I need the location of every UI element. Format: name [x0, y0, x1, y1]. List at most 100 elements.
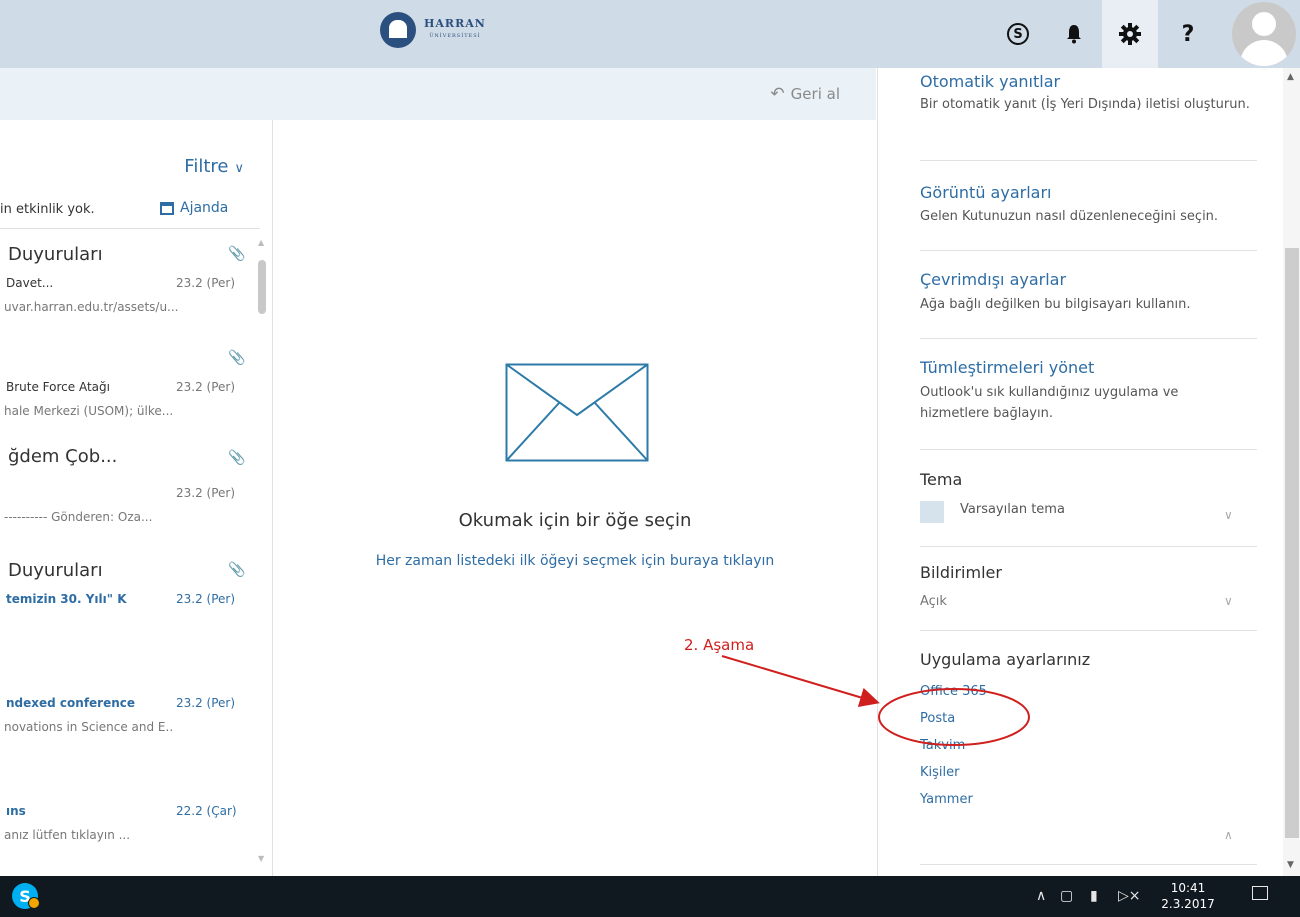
notifications-title: Bildirimler [920, 563, 1002, 582]
chevron-up-icon[interactable]: ∧ [1224, 828, 1233, 842]
annotation-label: 2. Aşama [684, 636, 755, 654]
no-events-text: in etkinlik yok. [0, 202, 95, 217]
item-subject: Brute Force Atağı [6, 380, 110, 394]
divider [0, 228, 260, 229]
theme-title: Tema [920, 470, 963, 489]
help-icon: ? [1181, 21, 1195, 47]
divider [920, 546, 1257, 547]
item-date: 23.2 (Per) [176, 380, 236, 394]
list-item[interactable]: ğdem Çob... 📎 23.2 (Per) ---------- Gönd… [0, 446, 250, 526]
avatar-body-icon [1240, 40, 1288, 66]
logo-subtitle: ÜNİVERSİTESİ [429, 33, 481, 39]
settings-auto-reply-desc: Bir otomatik yanıt (İş Yeri Dışında) ile… [920, 97, 1250, 112]
item-sender: Duyuruları [8, 244, 103, 265]
filter-button[interactable]: Filtre ∨ [184, 156, 244, 177]
reading-pane-empty-title: Okumak için bir öğe seçin [458, 510, 692, 531]
app-settings-title: Uygulama ayarlarınız [920, 650, 1091, 669]
agenda-link[interactable]: Ajanda [160, 200, 228, 216]
divider [920, 864, 1257, 865]
settings-button[interactable] [1102, 0, 1158, 68]
app-calendar-link[interactable]: Takvim [920, 738, 965, 753]
scroll-thumb[interactable] [258, 260, 266, 314]
settings-integrations-link[interactable]: Tümleştirmeleri yönet [920, 358, 1094, 377]
theme-value[interactable]: Varsayılan tema [960, 502, 1065, 517]
divider [920, 250, 1257, 251]
scroll-thumb[interactable] [1285, 248, 1299, 838]
settings-integrations-desc: Outlook'u sık kullandığınız uygulama ve … [920, 385, 1179, 421]
settings-display-link[interactable]: Görüntü ayarları [920, 183, 1051, 202]
settings-display-desc: Gelen Kutunuzun nasıl düzenleneceğini se… [920, 209, 1219, 224]
notifications-button[interactable] [1046, 0, 1102, 68]
undo-icon: ↶ [770, 84, 785, 104]
taskbar: S ∧ ▢ ▮ ▷× 10:41 2.3.2017 [0, 876, 1300, 917]
settings-offline-desc: Ağa bağlı değilken bu bilgisayarı kullan… [920, 297, 1191, 312]
theme-swatch[interactable] [920, 501, 944, 523]
attachment-icon: 📎 [228, 562, 246, 578]
calendar-icon [160, 201, 174, 215]
annotation-arrow [721, 655, 880, 708]
university-logo[interactable]: HARRAN ÜNİVERSİTESİ [380, 12, 486, 48]
undo-button[interactable]: ↶ Geri al [770, 84, 840, 104]
clock-date: 2.3.2017 [1161, 897, 1215, 911]
avatar[interactable] [1232, 2, 1296, 66]
filter-label: Filtre [184, 156, 229, 177]
notifications-value[interactable]: Açık [920, 594, 947, 609]
list-item[interactable]: Duyuruları 📎 Davet... 23.2 (Per) uvar.ha… [0, 244, 250, 324]
battery-icon[interactable]: ▮ [1090, 888, 1098, 904]
avatar-head-icon [1252, 12, 1276, 36]
item-date: 23.2 (Per) [176, 592, 236, 606]
list-item[interactable]: 📎 Brute Force Atağı 23.2 (Per) hale Merk… [0, 348, 250, 428]
scroll-down-icon[interactable]: ▼ [258, 854, 264, 863]
scroll-down-icon[interactable]: ▼ [1287, 860, 1294, 870]
app-yammer-link[interactable]: Yammer [920, 792, 973, 807]
list-item[interactable]: ndexed conference 23.2 (Per) novations i… [0, 696, 250, 746]
item-sender: ğdem Çob... [8, 446, 118, 467]
logo-title: HARRAN [424, 17, 486, 30]
chevron-down-icon[interactable]: ∨ [1224, 594, 1233, 608]
item-preview: uvar.harran.edu.tr/assets/u... [4, 300, 179, 314]
chevron-up-icon[interactable]: ∧ [1036, 888, 1046, 904]
logo-mark-icon [380, 12, 416, 48]
chevron-down-icon[interactable]: ∨ [1224, 508, 1233, 522]
clock-time: 10:41 [1170, 881, 1206, 895]
item-date: 23.2 (Per) [176, 696, 236, 710]
divider [920, 630, 1257, 631]
list-scrollbar[interactable]: ▲ ▼ [258, 238, 266, 868]
top-bar: HARRAN ÜNİVERSİTESİ S ? [0, 0, 1300, 68]
item-subject: ıns [6, 804, 26, 818]
divider [920, 160, 1257, 161]
clock[interactable]: 10:41 2.3.2017 [1158, 880, 1218, 912]
attachment-icon: 📎 [228, 246, 246, 262]
skype-button[interactable]: S [990, 0, 1046, 68]
undo-label: Geri al [790, 85, 840, 103]
settings-offline-link[interactable]: Çevrimdışı ayarlar [920, 270, 1066, 289]
settings-pane: Otomatik yanıtlar Bir otomatik yanıt (İş… [877, 68, 1300, 876]
action-center-icon[interactable] [1252, 886, 1268, 900]
item-subject: ndexed conference [6, 696, 136, 710]
item-preview: anız lütfen tıklayın ... [4, 828, 131, 842]
item-sender: Duyuruları [8, 560, 103, 581]
list-item[interactable]: Duyuruları 📎 temizin 30. Yılı" K 23.2 (P… [0, 560, 250, 620]
message-list: Filtre ∨ in etkinlik yok. Ajanda Duyurula… [0, 120, 273, 876]
divider [920, 338, 1257, 339]
settings-scrollbar[interactable]: ▲ ▼ [1283, 68, 1300, 876]
item-preview: novations in Science and E.. [4, 720, 174, 734]
scroll-up-icon[interactable]: ▲ [1287, 72, 1294, 82]
divider [920, 449, 1257, 450]
attachment-icon: 📎 [228, 450, 246, 466]
volume-muted-icon[interactable]: ▷× [1118, 888, 1141, 904]
gear-icon [1119, 23, 1141, 45]
chevron-down-icon: ∨ [234, 161, 244, 176]
app-office365-link[interactable]: Office 365 [920, 684, 987, 699]
settings-auto-reply-link[interactable]: Otomatik yanıtlar [920, 72, 1060, 91]
app-mail-link[interactable]: Posta [920, 711, 955, 726]
select-first-item-link[interactable]: Her zaman listedeki ilk öğeyi seçmek içi… [274, 553, 876, 569]
app-people-link[interactable]: Kişiler [920, 765, 959, 780]
help-button[interactable]: ? [1160, 0, 1216, 68]
item-preview: ---------- Gönderen: Oza... [4, 510, 153, 524]
scroll-up-icon[interactable]: ▲ [258, 238, 264, 247]
network-icon[interactable]: ▢ [1060, 888, 1073, 904]
list-item[interactable]: ıns 22.2 (Çar) anız lütfen tıklayın ... [0, 804, 250, 854]
attachment-icon: 📎 [228, 350, 246, 366]
status-badge [28, 897, 40, 909]
